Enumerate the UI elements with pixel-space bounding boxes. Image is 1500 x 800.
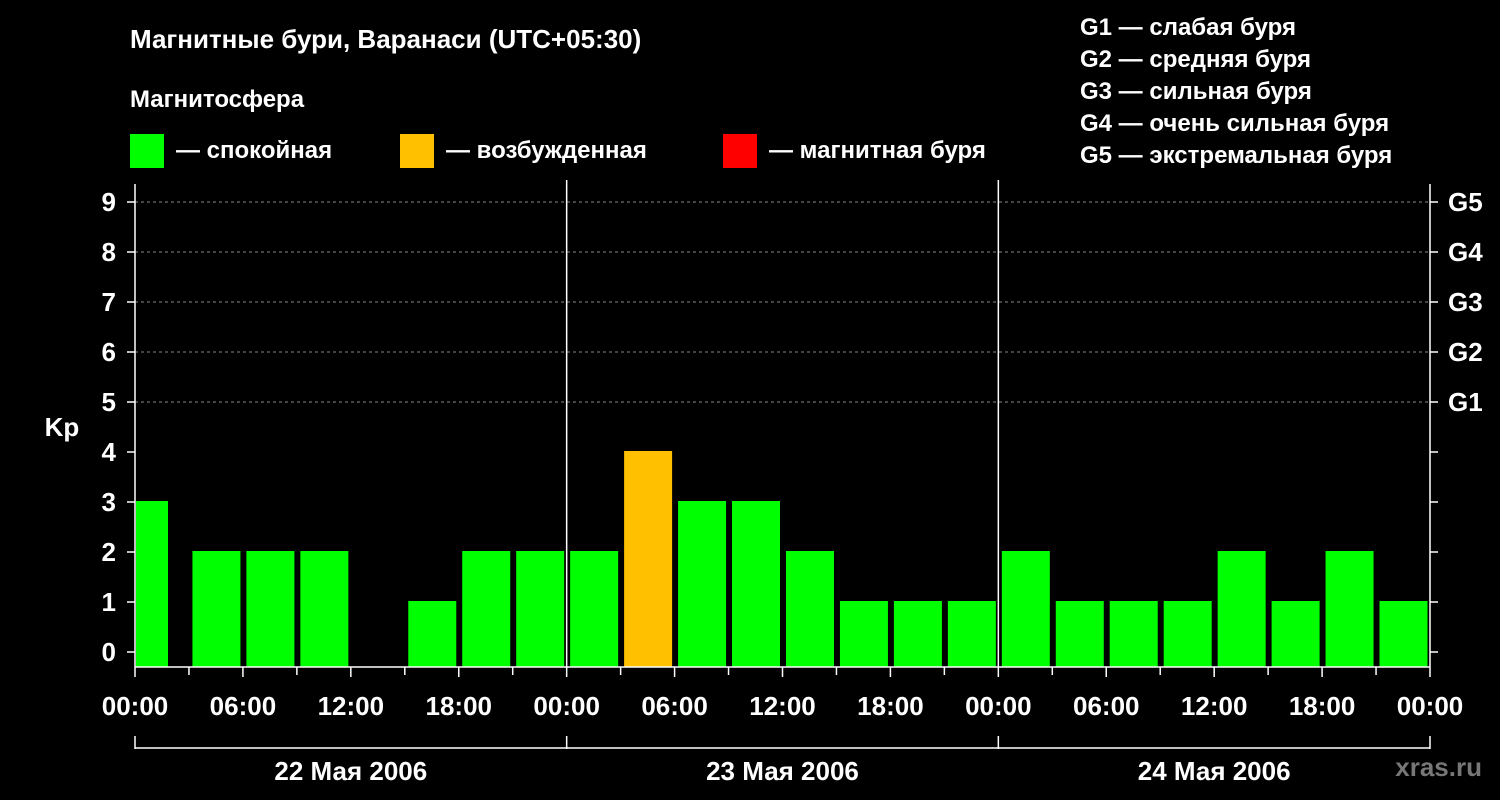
y-tick-label: 4 (102, 437, 117, 467)
g-level-label: G4 (1448, 237, 1483, 267)
watermark: xras.ru (1395, 752, 1482, 782)
kp-bar (678, 501, 727, 667)
g-level-label: G2 (1448, 337, 1483, 367)
kp-bar (1217, 551, 1266, 667)
x-tick-label: 00:00 (1397, 691, 1464, 721)
kp-bar (1055, 601, 1104, 667)
x-tick-label: 12:00 (318, 691, 385, 721)
y-tick-label: 6 (102, 337, 116, 367)
kp-bar (192, 551, 241, 667)
x-tick-label: 06:00 (210, 691, 277, 721)
g-level-label: G3 (1448, 287, 1483, 317)
y-tick-label: 2 (102, 537, 116, 567)
day-label: 22 Мая 2006 (274, 756, 427, 786)
kp-bar (785, 551, 834, 667)
kp-bar (516, 551, 565, 667)
y-axis-label: Kp (45, 412, 80, 442)
kp-bar (624, 451, 673, 667)
x-tick-label: 12:00 (749, 691, 816, 721)
y-tick-label: 0 (102, 637, 116, 667)
x-tick-label: 18:00 (857, 691, 924, 721)
kp-bar (947, 601, 996, 667)
kp-bar (1109, 601, 1158, 667)
day-label: 23 Мая 2006 (706, 756, 859, 786)
kp-bar (732, 501, 781, 667)
kp-bar (246, 551, 295, 667)
x-tick-label: 18:00 (426, 691, 493, 721)
x-tick-label: 00:00 (533, 691, 600, 721)
kp-bar (1271, 601, 1320, 667)
x-tick-label: 00:00 (102, 691, 169, 721)
y-tick-label: 8 (102, 237, 116, 267)
y-tick-label: 7 (102, 287, 116, 317)
kp-bar (462, 551, 511, 667)
kp-bar (1379, 601, 1428, 667)
kp-bar (839, 601, 888, 667)
kp-chart: 0 1 2 3 4 5 6 7 8 9 G1 G2 G3 G4 G5 Kp 00:00 06:00 12:00 18:… (45, 180, 1483, 786)
day-label: 24 Мая 2006 (1138, 756, 1291, 786)
g-level-label: G5 (1448, 187, 1483, 217)
y-tick-label: 5 (102, 387, 116, 417)
x-tick-label: 12:00 (1181, 691, 1248, 721)
kp-bar (1163, 601, 1212, 667)
x-tick-label: 00:00 (965, 691, 1032, 721)
y-tick-label: 9 (102, 187, 116, 217)
x-tick-label: 06:00 (1073, 691, 1140, 721)
kp-bar (408, 601, 457, 667)
g-level-label: G1 (1448, 387, 1483, 417)
kp-bar (136, 501, 168, 667)
kp-bar (570, 551, 619, 667)
y-tick-label: 3 (102, 487, 116, 517)
y-tick-label: 1 (102, 587, 116, 617)
kp-bar (893, 601, 942, 667)
kp-bar (300, 551, 349, 667)
kp-bar (1325, 551, 1374, 667)
x-tick-label: 06:00 (641, 691, 708, 721)
kp-bar (1001, 551, 1050, 667)
x-tick-label: 18:00 (1289, 691, 1356, 721)
